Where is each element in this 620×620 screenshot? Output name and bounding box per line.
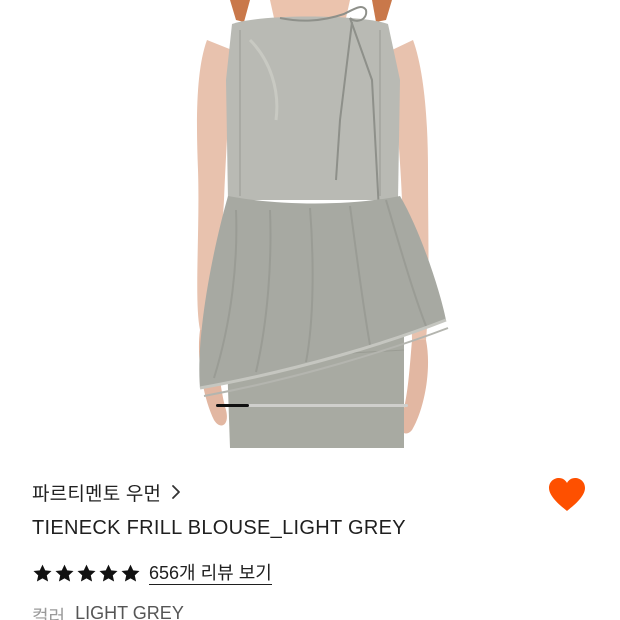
- rating-row: 656개 리뷰 보기: [32, 559, 272, 587]
- color-label: 컬러: [32, 607, 66, 620]
- brand-link[interactable]: 파르티멘토 우먼: [32, 478, 183, 506]
- product-detail-page: 파르티멘토 우먼 TIENECK FRILL BLOUSE_LIGHT GREY…: [0, 0, 620, 620]
- color-option-row: 컬러 LIGHT GREY: [32, 603, 184, 620]
- product-image-gallery[interactable]: [0, 0, 620, 448]
- gallery-progress-fill: [216, 404, 249, 407]
- review-link[interactable]: 656개 리뷰 보기: [149, 562, 272, 585]
- star-icon: [55, 564, 74, 582]
- star-icon: [99, 564, 118, 582]
- product-photo: [196, 0, 449, 448]
- brand-name: 파르티멘토 우먼: [32, 483, 162, 505]
- heart-icon: [549, 478, 585, 511]
- star-icon: [121, 564, 140, 582]
- wishlist-heart-button[interactable]: [546, 476, 588, 514]
- gallery-progress-bar: [216, 404, 408, 407]
- chevron-right-icon: [169, 482, 183, 502]
- rating-stars: [32, 563, 142, 584]
- color-value: LIGHT GREY: [75, 603, 184, 620]
- star-icon: [33, 564, 52, 582]
- product-title: TIENECK FRILL BLOUSE_LIGHT GREY: [32, 517, 406, 539]
- star-icon: [77, 564, 96, 582]
